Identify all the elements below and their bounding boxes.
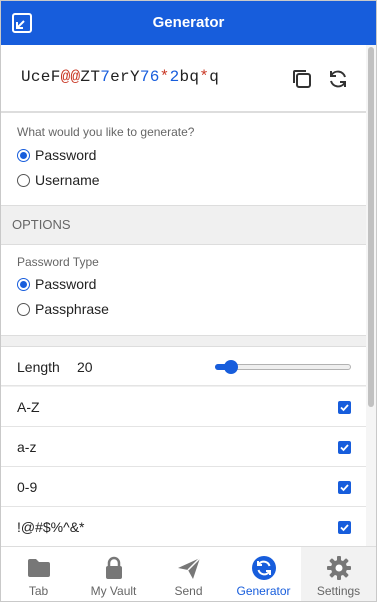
password-type-label: Password Type: [17, 255, 99, 269]
charset-row: 0-9: [1, 467, 366, 507]
radio-type-password[interactable]: Password: [17, 274, 96, 294]
scrollbar-thumb[interactable]: [368, 47, 374, 407]
nav-label: Settings: [316, 584, 361, 598]
gear-icon: [326, 555, 352, 581]
slider-handle[interactable]: [224, 360, 239, 374]
nav-my-vault[interactable]: My Vault: [76, 547, 151, 601]
charset-label: !@#$%^&*: [17, 519, 85, 535]
password-type-card: Password Type Password Passphrase: [1, 244, 366, 336]
nav-send[interactable]: Send: [151, 547, 226, 601]
generate-type-label: What would you like to generate?: [17, 125, 195, 139]
length-row: Length 20: [1, 346, 366, 386]
nav-generator[interactable]: Generator: [226, 547, 301, 601]
radio-generate-password[interactable]: Password: [17, 145, 96, 165]
folder-icon: [26, 555, 52, 581]
radio-generate-username[interactable]: Username: [17, 170, 100, 190]
length-value[interactable]: 20: [77, 347, 93, 387]
nav-label: Tab: [28, 584, 49, 598]
charset-row: a-z: [1, 427, 366, 467]
refresh-icon: [251, 555, 277, 581]
charset-checkbox[interactable]: [338, 481, 351, 494]
bottom-nav: Tab My Vault Send Generator Settings: [1, 546, 376, 601]
scrollbar[interactable]: [366, 45, 376, 546]
charset-label: A-Z: [17, 399, 40, 415]
charset-label: a-z: [17, 439, 37, 455]
nav-label: My Vault: [90, 584, 137, 598]
charset-label: 0-9: [17, 479, 38, 495]
radio-label: Username: [35, 172, 100, 188]
nav-settings[interactable]: Settings: [301, 547, 376, 601]
generator-content: UceF@@ZT7erY76*2bq*q What would you like…: [1, 45, 376, 546]
generated-password: UceF@@ZT7erY76*2bq*q: [21, 68, 220, 86]
generate-type-card: What would you like to generate? Passwor…: [1, 112, 366, 206]
radio-label: Password: [35, 147, 97, 163]
lock-icon: [101, 555, 127, 581]
charset-checkbox[interactable]: [338, 401, 351, 414]
radio-button[interactable]: [17, 302, 30, 316]
copy-icon[interactable]: [290, 67, 314, 91]
generated-password-box: UceF@@ZT7erY76*2bq*q: [1, 45, 366, 112]
radio-type-passphrase[interactable]: Passphrase: [17, 299, 109, 319]
radio-label: Password: [35, 276, 97, 292]
regenerate-icon[interactable]: [326, 67, 350, 91]
nav-tab[interactable]: Tab: [1, 547, 76, 601]
radio-button[interactable]: [17, 148, 30, 162]
charset-checkbox[interactable]: [338, 441, 351, 454]
radio-label: Passphrase: [35, 301, 109, 317]
length-label: Length: [17, 359, 60, 375]
page-title: Generator: [152, 14, 225, 31]
charset-row: A-Z: [1, 387, 366, 427]
radio-button[interactable]: [17, 277, 30, 291]
paper-plane-icon: [176, 555, 202, 581]
charset-row: !@#$%^&*: [1, 507, 366, 546]
radio-button[interactable]: [17, 173, 30, 187]
options-section-header: OPTIONS: [1, 206, 366, 244]
charset-checkbox[interactable]: [338, 521, 351, 534]
nav-label: Send: [174, 584, 203, 598]
header: Generator: [1, 1, 376, 45]
length-slider[interactable]: [215, 360, 351, 374]
generator-window: Generator UceF@@ZT7erY76*2bq*q What woul…: [0, 0, 377, 602]
nav-label: Generator: [236, 584, 291, 598]
